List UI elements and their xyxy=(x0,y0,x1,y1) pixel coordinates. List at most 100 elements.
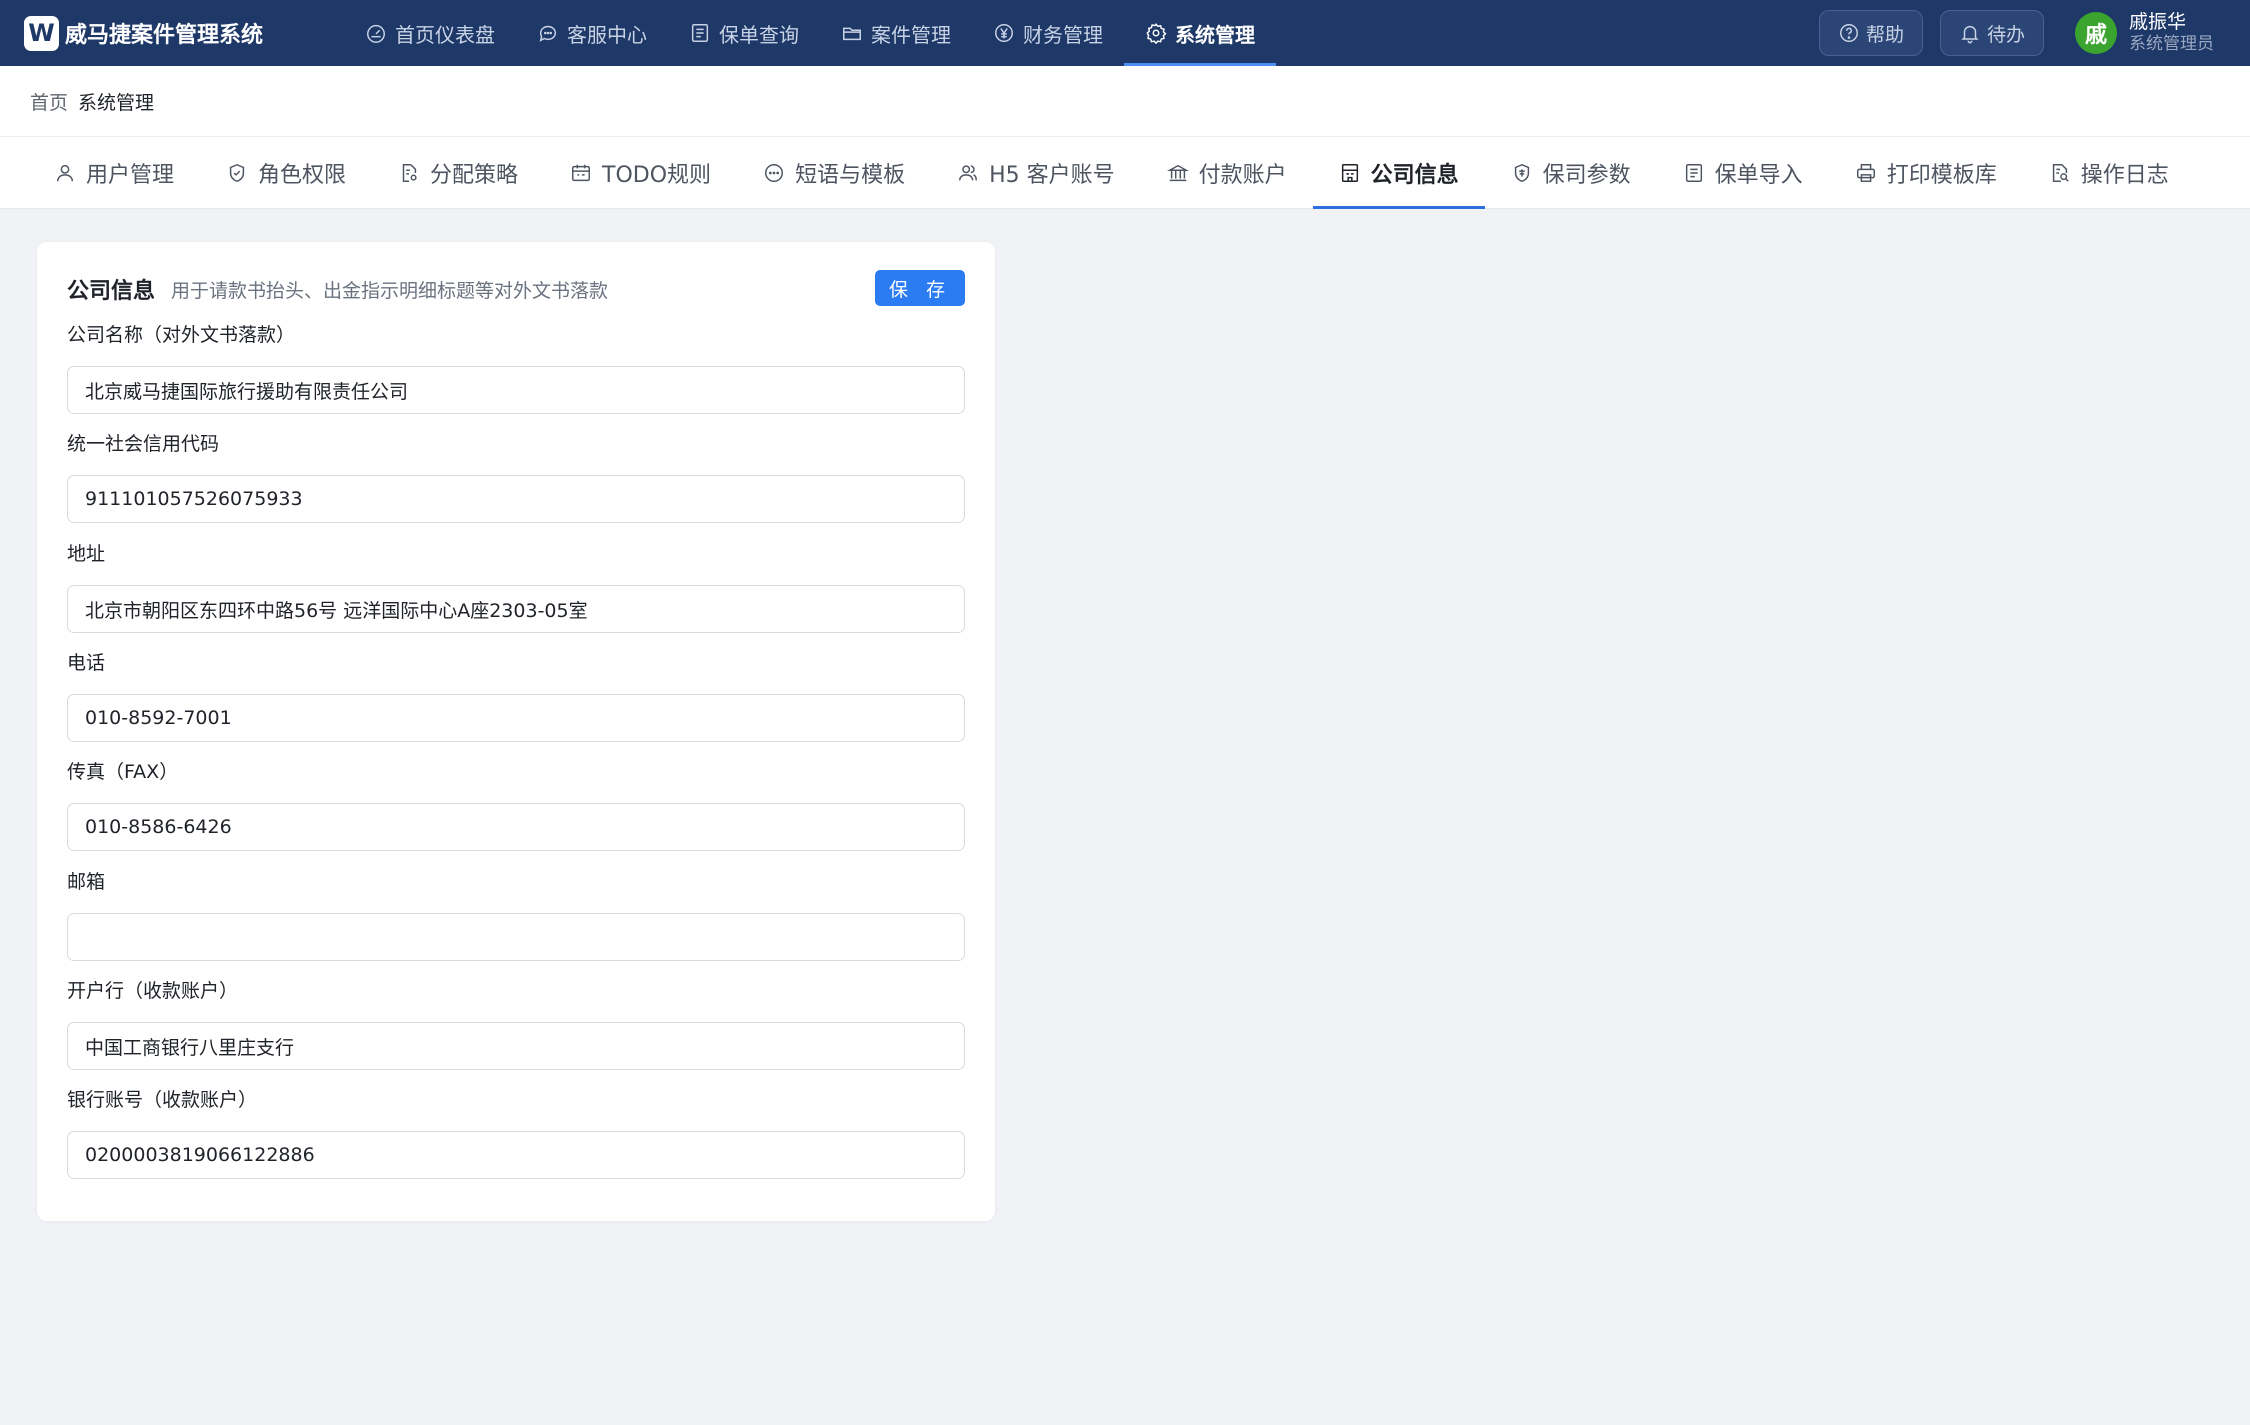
user-icon xyxy=(56,164,74,181)
user-info: 戚振华 系统管理员 xyxy=(2129,11,2214,54)
tab-label: 角色权限 xyxy=(258,162,347,188)
tab-assignment-strategy[interactable]: 分配策略 xyxy=(372,137,544,208)
tab-phrases-templates[interactable]: 短语与模板 xyxy=(737,137,931,208)
bank-name-input[interactable] xyxy=(67,1022,965,1070)
app-title: 威马捷案件管理系统 xyxy=(65,23,264,48)
field-label: 电话 xyxy=(67,652,106,674)
system-tabs: 用户管理 角色权限 分配策略 TODO规则 短语与模板 H5 客户账号 付款账户… xyxy=(0,137,2250,209)
breadcrumb-current: 系统管理 xyxy=(78,91,155,114)
nav-item-label: 保单查询 xyxy=(719,22,799,47)
printer-icon xyxy=(1856,163,1875,182)
list-icon xyxy=(1685,163,1702,182)
tab-payment-accounts[interactable]: 付款账户 xyxy=(1141,137,1313,208)
nav-item-dashboard[interactable]: 首页仪表盘 xyxy=(344,0,516,66)
tab-insurer-params[interactable]: 保司参数 xyxy=(1485,137,1657,208)
breadcrumb: 首页 系统管理 xyxy=(0,66,2250,137)
tab-label: TODO规则 xyxy=(602,162,712,188)
header-actions: 帮助 待办 戚 戚振华 系统管理员 xyxy=(1818,0,2250,66)
todo-button[interactable]: 待办 xyxy=(1939,10,2044,56)
tab-label: H5 客户账号 xyxy=(989,162,1115,188)
email-input[interactable] xyxy=(67,913,965,961)
top-navigation-bar: W 威马捷案件管理系统 首页仪表盘 客服中心 保单查询 案件管理 财务管理 系统… xyxy=(0,0,2250,66)
field-address: 地址 xyxy=(67,541,965,633)
shield-check-icon xyxy=(229,163,245,182)
bell-icon xyxy=(1961,25,1979,44)
tab-operation-logs[interactable]: 操作日志 xyxy=(2023,137,2195,208)
tab-label: 公司信息 xyxy=(1370,162,1459,188)
nav-item-label: 财务管理 xyxy=(1023,22,1103,47)
tab-label: 分配策略 xyxy=(430,162,519,188)
breadcrumb-home[interactable]: 首页 xyxy=(30,88,68,115)
tab-policy-import[interactable]: 保单导入 xyxy=(1657,137,1829,208)
field-label: 统一社会信用代码 xyxy=(67,433,220,455)
message-dots-icon xyxy=(765,163,784,182)
brand[interactable]: W 威马捷案件管理系统 xyxy=(24,15,324,51)
help-icon xyxy=(1839,24,1858,42)
phone-input[interactable] xyxy=(67,694,965,742)
dashboard-icon xyxy=(367,24,385,43)
field-company-name: 公司名称（对外文书落款） xyxy=(67,322,965,414)
user-name: 戚振华 xyxy=(2129,11,2187,34)
field-label: 公司名称（对外文书落款） xyxy=(67,324,296,346)
fax-input[interactable] xyxy=(67,803,965,851)
tab-todo-rules[interactable]: TODO规则 xyxy=(544,137,737,208)
help-button[interactable]: 帮助 xyxy=(1818,10,1923,56)
nav-item-system[interactable]: 系统管理 xyxy=(1124,0,1276,66)
help-label: 帮助 xyxy=(1865,23,1904,46)
nav-item-label: 案件管理 xyxy=(871,22,951,47)
field-bank-name: 开户行（收款账户） xyxy=(67,978,965,1070)
calendar-icon xyxy=(572,164,591,181)
yuan-icon xyxy=(995,24,1013,42)
nav-item-label: 客服中心 xyxy=(567,22,647,47)
save-button[interactable]: 保 存 xyxy=(874,270,965,306)
tab-h5-client-accounts[interactable]: H5 客户账号 xyxy=(931,137,1141,208)
address-input[interactable] xyxy=(67,585,965,633)
tab-user-management[interactable]: 用户管理 xyxy=(28,137,200,208)
nav-item-policy-query[interactable]: 保单查询 xyxy=(668,0,820,66)
company-info-card: 公司信息 用于请款书抬头、出金指示明细标题等对外文书落款 保 存 公司名称（对外… xyxy=(37,242,995,1221)
field-phone: 电话 xyxy=(67,650,965,742)
field-label: 地址 xyxy=(67,543,106,565)
card-description: 用于请款书抬头、出金指示明细标题等对外文书落款 xyxy=(171,279,609,302)
card-title: 公司信息 xyxy=(67,279,156,304)
user-profile[interactable]: 戚 戚振华 系统管理员 xyxy=(2075,11,2214,54)
bank-icon xyxy=(1166,164,1189,181)
tab-role-permissions[interactable]: 角色权限 xyxy=(200,137,372,208)
card-header: 公司信息 用于请款书抬头、出金指示明细标题等对外文书落款 保 存 xyxy=(67,270,965,308)
tab-company-info[interactable]: 公司信息 xyxy=(1312,137,1485,209)
avatar: 戚 xyxy=(2075,12,2117,54)
main-nav: 首页仪表盘 客服中心 保单查询 案件管理 财务管理 系统管理 xyxy=(344,0,1276,66)
tab-label: 保单导入 xyxy=(1714,162,1803,188)
field-label: 邮箱 xyxy=(67,871,106,893)
field-email: 邮箱 xyxy=(67,869,965,961)
field-bank-account: 银行账号（收款账户） xyxy=(67,1087,965,1179)
user-group-icon xyxy=(959,164,978,180)
company-name-input[interactable] xyxy=(67,366,965,414)
building-icon xyxy=(1341,163,1358,182)
nav-item-finance[interactable]: 财务管理 xyxy=(972,0,1124,66)
nav-item-label: 系统管理 xyxy=(1175,22,1255,47)
user-role: 系统管理员 xyxy=(2129,34,2214,55)
field-label: 传真（FAX） xyxy=(67,761,179,783)
nav-item-service[interactable]: 客服中心 xyxy=(516,0,668,66)
credit-code-input[interactable] xyxy=(67,475,965,523)
nav-item-case-management[interactable]: 案件管理 xyxy=(820,0,972,66)
gear-icon xyxy=(1146,23,1167,44)
list-icon xyxy=(691,24,709,42)
tab-label: 短语与模板 xyxy=(795,162,906,188)
tab-label: 保司参数 xyxy=(1542,162,1631,188)
nav-item-label: 首页仪表盘 xyxy=(395,22,495,47)
field-label: 银行账号（收款账户） xyxy=(67,1089,258,1111)
field-label: 开户行（收款账户） xyxy=(67,980,239,1002)
field-credit-code: 统一社会信用代码 xyxy=(67,431,965,523)
tab-label: 打印模板库 xyxy=(1886,162,1997,188)
chat-icon xyxy=(539,25,557,42)
field-fax: 传真（FAX） xyxy=(67,759,965,851)
tab-print-templates[interactable]: 打印模板库 xyxy=(1829,137,2023,208)
tab-label: 用户管理 xyxy=(86,162,175,188)
tab-label: 付款账户 xyxy=(1198,162,1287,188)
bank-account-input[interactable] xyxy=(67,1131,965,1179)
folder-icon xyxy=(843,27,861,41)
brand-logo: W xyxy=(24,15,59,51)
todo-label: 待办 xyxy=(1986,23,2025,46)
